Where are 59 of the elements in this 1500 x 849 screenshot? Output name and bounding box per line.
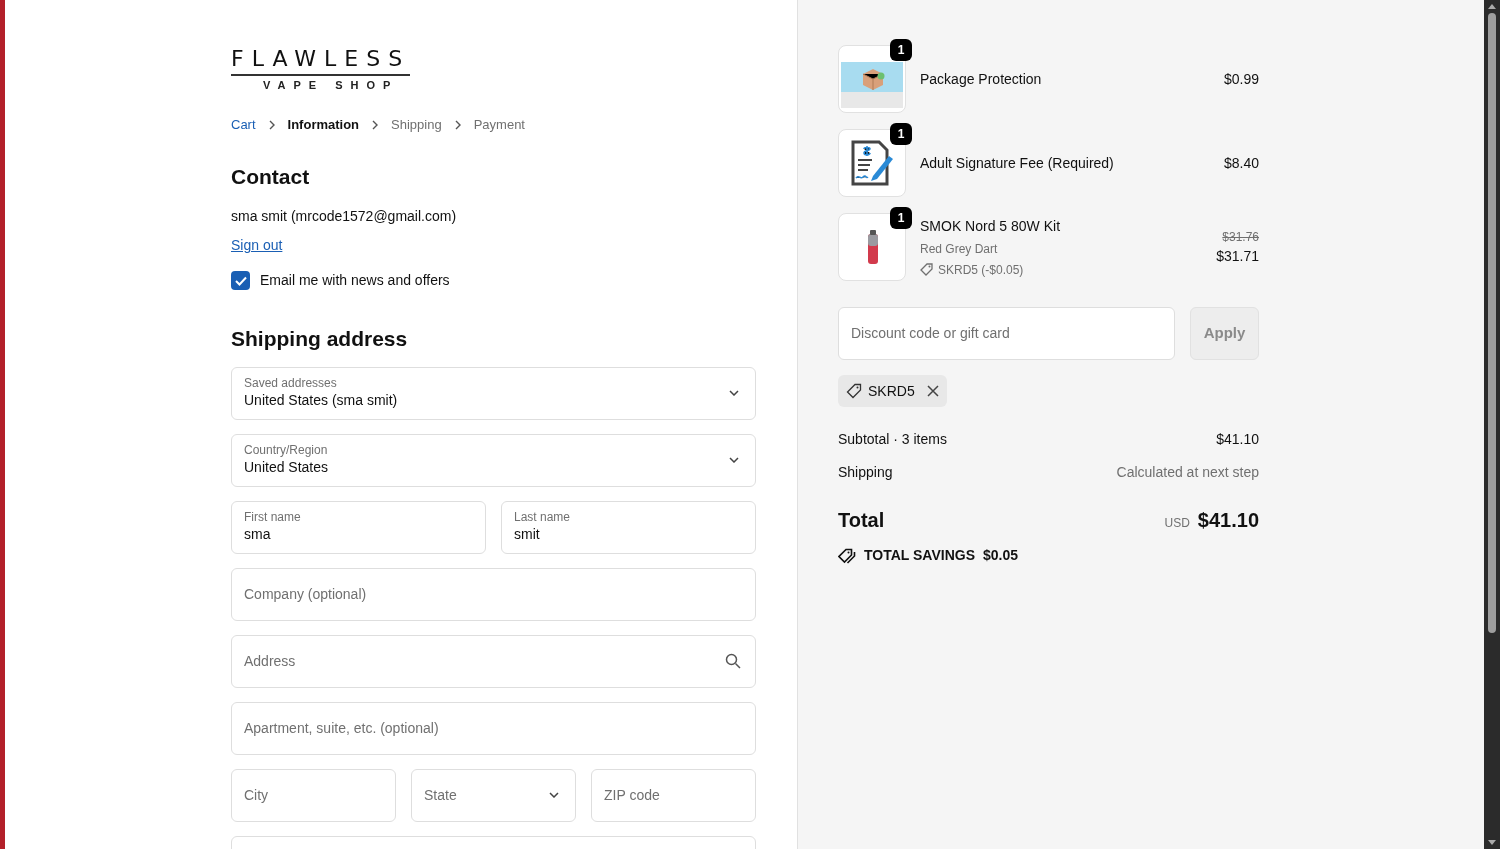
input-field[interactable]: First name sma (231, 500, 486, 554)
quantity-badge: 1 (890, 207, 912, 229)
field-label: Saved addresses (244, 376, 338, 392)
logo-subtitle: VAPE SHOP (263, 80, 399, 91)
field-placeholder: ZIP code (604, 785, 661, 805)
field-value: United States (sma smit) (244, 392, 399, 410)
field-label: Country/Region (244, 443, 329, 459)
field-placeholder: Company (optional) (244, 584, 368, 604)
breadcrumb-link[interactable]: Payment (473, 115, 525, 135)
product-price: $0.99 (1223, 69, 1259, 89)
original-price: $31.76 (1222, 228, 1259, 246)
field-placeholder: State (424, 785, 458, 805)
input-field[interactable]: ZIP code (591, 768, 756, 822)
quantity-badge: 1 (890, 123, 912, 145)
code-text: SKRD5 (868, 381, 915, 401)
product-price: $8.40 (1223, 153, 1259, 173)
select-field[interactable]: Saved addresses United States (sma smit) (231, 366, 756, 420)
discount-text: SKRD5 (-$0.05) (938, 261, 1024, 279)
summary-value: Calculated at next step (1116, 463, 1259, 482)
search-field[interactable]: Address (231, 634, 756, 688)
breadcrumb-link[interactable]: Cart (231, 115, 256, 135)
account-text: sma smit (mrcode1572@gmail.com) (231, 207, 458, 226)
savings-value: $0.05 (983, 546, 1019, 565)
total-label: Total (838, 508, 885, 533)
field-value: sma (244, 526, 272, 544)
savings-label: TOTAL SAVINGS (864, 546, 975, 565)
sign-out-link[interactable]: Sign out (231, 235, 283, 256)
summary-label: Shipping (838, 463, 893, 482)
field-placeholder: Apartment, suite, etc. (optional) (244, 718, 440, 738)
logo-title: FLAWLESS (231, 46, 411, 76)
input-field[interactable]: Apartment, suite, etc. (optional) (231, 701, 756, 755)
select-field[interactable]: Country/Region United States (231, 433, 756, 487)
input-field[interactable]: Company (optional) (231, 567, 756, 621)
field-placeholder: Address (244, 651, 297, 671)
checkbox-label: Email me with news and offers (260, 271, 450, 290)
summary-label: Subtotal · 3 items (838, 430, 947, 449)
section-heading: Contact (231, 163, 311, 190)
input-field[interactable]: City (231, 768, 396, 822)
product-price: $31.71 (1216, 246, 1259, 266)
field-label: Last name (514, 510, 572, 526)
product-variant: Red Grey Dart (920, 240, 999, 258)
field-label: First name (244, 510, 302, 526)
currency-code: USD (1164, 515, 1190, 532)
breadcrumb-link[interactable]: Information (287, 115, 360, 135)
product-name: Package Protection (920, 69, 1043, 89)
total-value: $41.10 (1197, 508, 1259, 533)
field-placeholder: Discount code or gift card (851, 324, 1010, 343)
field-value: United States (244, 459, 330, 477)
input-field[interactable]: Last name smit (501, 500, 756, 554)
discount-code-field[interactable]: Discount code or gift card (838, 307, 1175, 360)
product-name: Adult Signature Fee (Required) (920, 153, 1115, 173)
quantity-badge: 1 (890, 39, 912, 61)
product-name: SMOK Nord 5 80W Kit (920, 216, 1062, 236)
field-value: smit (514, 526, 541, 544)
summary-value: $41.10 (1216, 430, 1259, 449)
section-heading: Shipping address (231, 326, 409, 352)
field-placeholder: City (244, 785, 270, 805)
breadcrumb-link[interactable]: Shipping (391, 115, 442, 135)
select-field[interactable]: State (411, 768, 576, 822)
